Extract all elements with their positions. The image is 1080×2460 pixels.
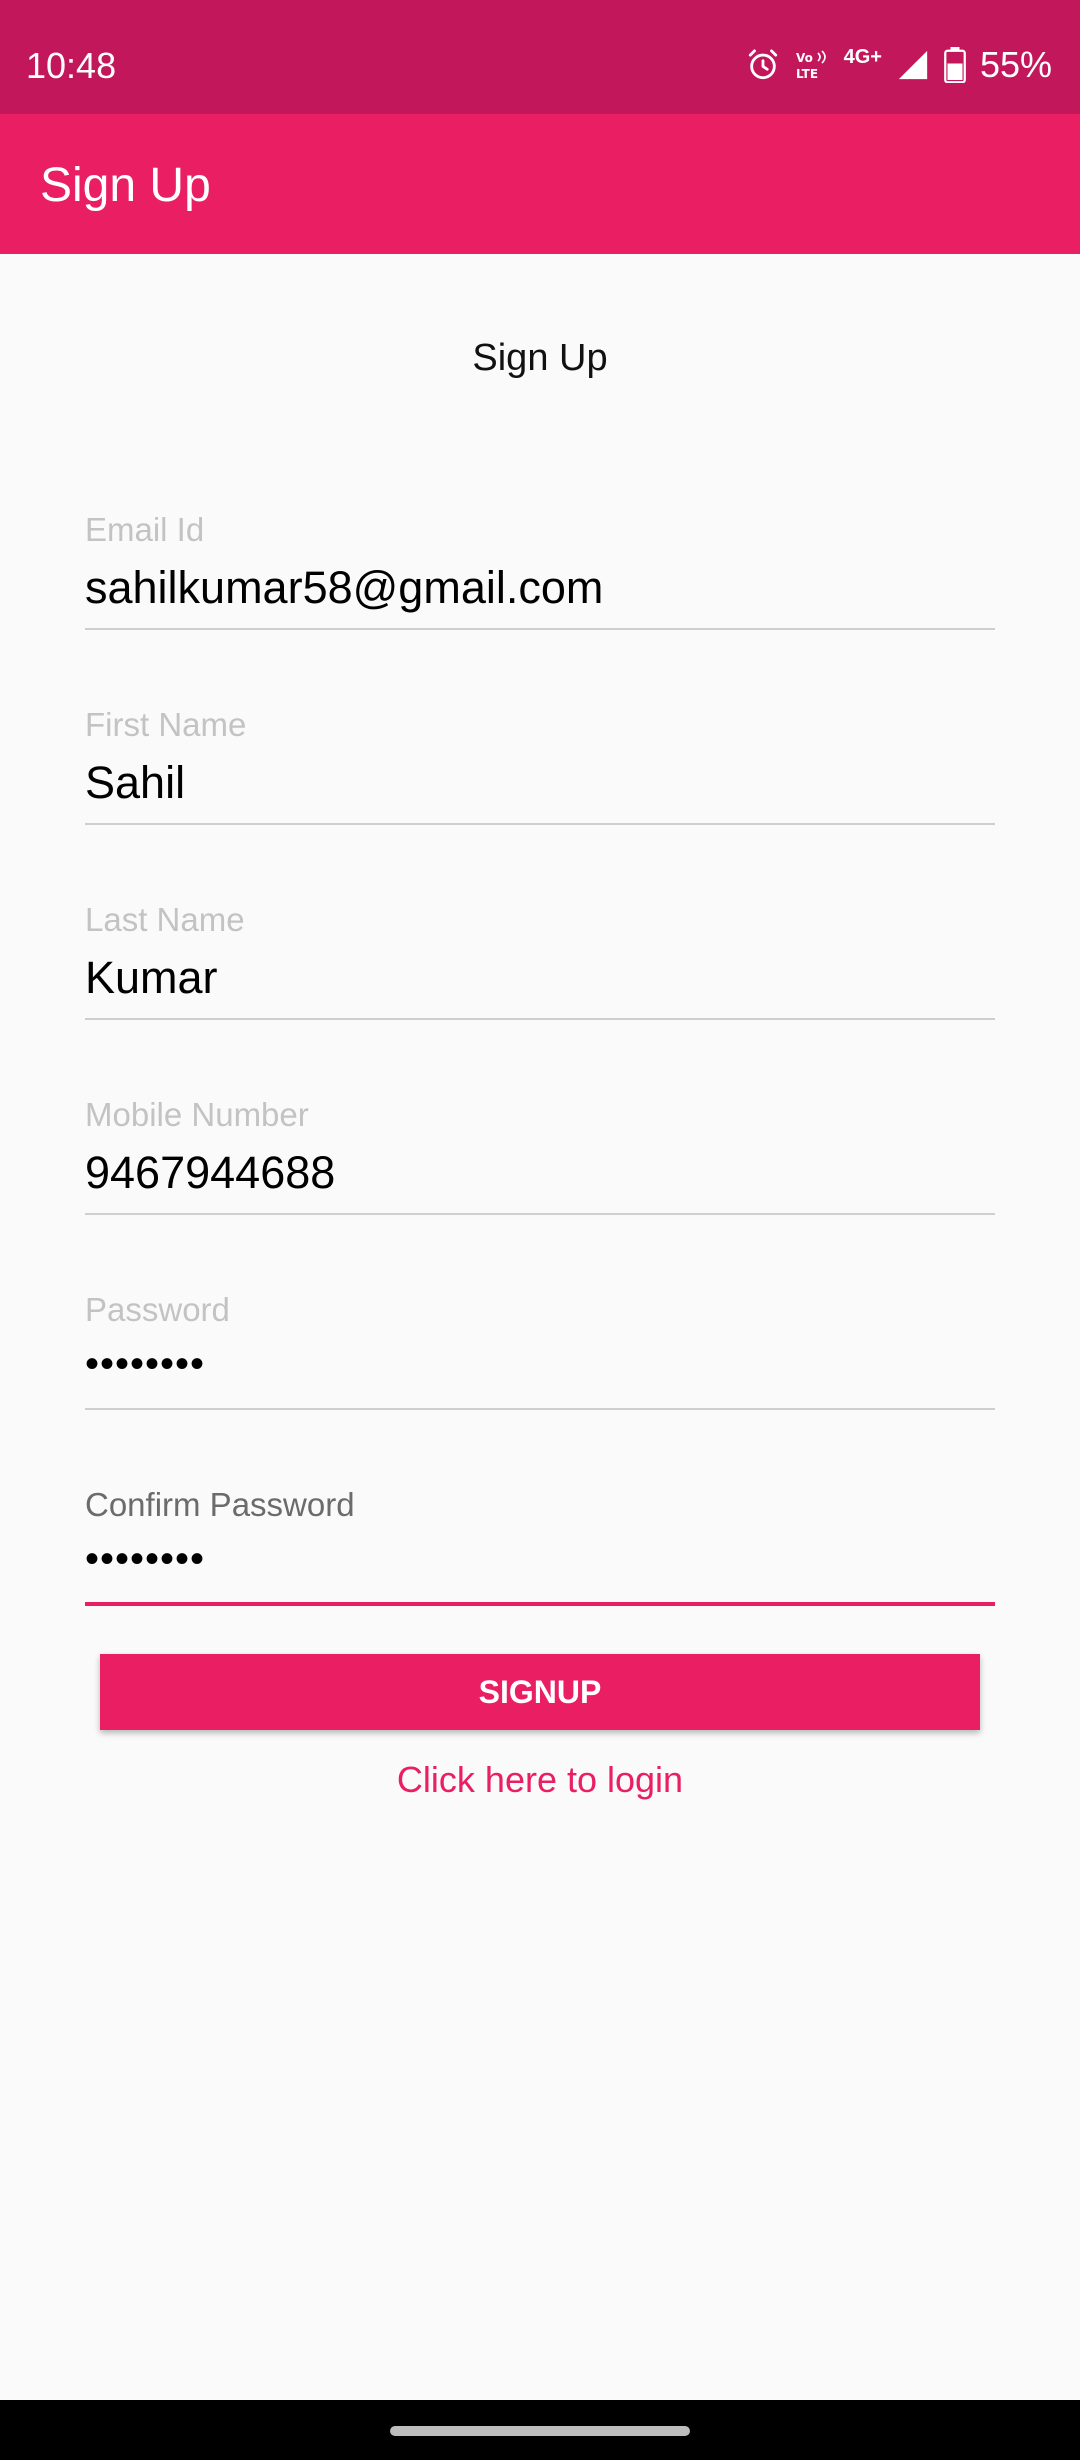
- first-name-field[interactable]: First Name Sahil: [85, 705, 995, 835]
- last-name-field[interactable]: Last Name Kumar: [85, 900, 995, 1030]
- password-label: Password: [85, 1291, 230, 1328]
- password-field[interactable]: Password ••••••••: [85, 1290, 995, 1420]
- first-name-input[interactable]: Sahil: [85, 755, 995, 811]
- status-time: 10:48: [26, 45, 117, 86]
- login-link[interactable]: Click here to login: [0, 1752, 1080, 1808]
- mobile-number-underline: [85, 1213, 995, 1215]
- mobile-number-label: Mobile Number: [85, 1096, 309, 1133]
- app-bar: Sign Up: [0, 114, 1080, 254]
- signal-icon: [896, 48, 930, 82]
- email-input[interactable]: sahilkumar58@gmail.com: [85, 560, 995, 616]
- navigation-bar: [0, 2400, 1080, 2460]
- svg-text:LTE: LTE: [796, 67, 818, 81]
- network-type: 4G+: [843, 46, 882, 68]
- email-label: Email Id: [85, 511, 205, 548]
- battery-icon: [944, 47, 966, 83]
- confirm-password-input[interactable]: ••••••••: [85, 1531, 995, 1587]
- first-name-label: First Name: [85, 706, 247, 743]
- password-input[interactable]: ••••••••: [85, 1336, 995, 1392]
- signup-button[interactable]: SIGNUP: [100, 1654, 980, 1730]
- home-gesture-handle[interactable]: [390, 2426, 690, 2436]
- confirm-password-field[interactable]: Confirm Password ••••••••: [85, 1485, 995, 1615]
- volte-icon: Vo LTE: [794, 48, 830, 82]
- mobile-number-field[interactable]: Mobile Number 9467944688: [85, 1095, 995, 1225]
- confirm-password-underline: [85, 1602, 995, 1606]
- first-name-underline: [85, 823, 995, 825]
- email-underline: [85, 628, 995, 630]
- status-icons: Vo LTE 4G+ 55%: [746, 40, 1052, 90]
- alarm-icon: [746, 48, 780, 82]
- last-name-underline: [85, 1018, 995, 1020]
- last-name-input[interactable]: Kumar: [85, 950, 995, 1006]
- app-bar-title: Sign Up: [40, 159, 211, 212]
- confirm-password-label: Confirm Password: [85, 1486, 355, 1523]
- svg-text:Vo: Vo: [796, 51, 813, 65]
- email-field[interactable]: Email Id sahilkumar58@gmail.com: [85, 510, 995, 640]
- mobile-number-input[interactable]: 9467944688: [85, 1145, 995, 1201]
- last-name-label: Last Name: [85, 901, 245, 938]
- status-bar: 10:48 Vo LTE 4G+ 55%: [0, 0, 1080, 114]
- form-title: Sign Up: [472, 337, 608, 379]
- battery-percent: 55%: [979, 44, 1052, 85]
- password-underline: [85, 1408, 995, 1410]
